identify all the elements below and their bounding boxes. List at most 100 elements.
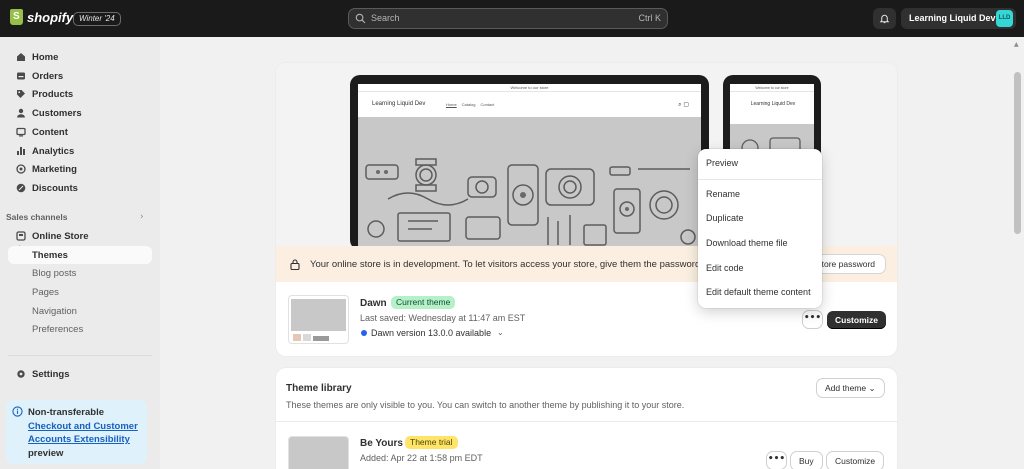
theme-library-description: These themes are only visible to you. Yo…	[286, 400, 685, 410]
lock-icon	[290, 259, 300, 270]
thumbnail-block	[313, 336, 329, 341]
sidebar-item-pages[interactable]: Pages	[8, 283, 152, 301]
menu-item-edit-code[interactable]: Edit code	[706, 263, 744, 273]
notifications-button[interactable]	[873, 8, 896, 29]
search-input[interactable]: Search Ctrl K	[348, 8, 668, 29]
sidebar-item-label: Analytics	[32, 146, 75, 157]
store-icon	[16, 231, 26, 241]
scroll-up-arrow-icon[interactable]: ▲	[1014, 41, 1019, 48]
person-icon	[17, 108, 25, 118]
target-icon	[16, 164, 26, 174]
sidebar-item-settings[interactable]: Settings	[8, 365, 152, 383]
shopify-bag-icon	[10, 9, 23, 25]
orders-icon	[17, 72, 25, 80]
sidebar-item-customers[interactable]: Customers	[8, 104, 152, 122]
sidebar-item-blog-posts[interactable]: Blog posts	[8, 264, 152, 282]
menu-item-edit-content[interactable]: Edit default theme content	[706, 287, 811, 297]
sidebar-item-label: Pages	[32, 287, 59, 298]
menu-item-rename[interactable]: Rename	[706, 189, 740, 199]
add-theme-button[interactable]: Add theme ⌄	[817, 379, 884, 397]
sidebar-divider	[8, 355, 152, 356]
update-dot-icon	[361, 330, 367, 336]
theme-thumbnail[interactable]	[288, 436, 349, 469]
more-actions-button[interactable]: •••	[803, 311, 822, 328]
sidebar-item-preferences[interactable]: Preferences	[8, 320, 152, 338]
desktop-preview[interactable]: Welcome to our store Learning Liquid Dev…	[350, 75, 709, 250]
sidebar-item-label: Online Store	[32, 231, 89, 242]
preview-nav-link: Contact	[480, 102, 495, 107]
hero-image	[358, 117, 701, 250]
preview-store-name: Learning Liquid Dev	[372, 101, 426, 107]
sidebar-item-label: Navigation	[32, 306, 77, 317]
edition-badge[interactable]: Winter '24	[73, 12, 121, 26]
mobile-store-name: Learning Liquid Dev	[750, 101, 796, 107]
discount-icon	[16, 183, 26, 193]
search-placeholder: Search	[371, 13, 400, 23]
customize-button[interactable]: Customize	[827, 311, 886, 329]
sidebar-item-content[interactable]: Content	[8, 123, 152, 141]
sidebar-item-themes[interactable]: Themes	[8, 246, 152, 264]
theme-actions-menu: Preview Rename Duplicate Download theme …	[698, 149, 822, 308]
brand-name: shopify	[27, 9, 74, 25]
sidebar-item-analytics[interactable]: Analytics	[8, 142, 152, 160]
scrollbar-thumb[interactable]	[1014, 72, 1021, 234]
search-icon	[355, 13, 366, 24]
chevron-down-icon: ⌄	[868, 384, 876, 394]
theme-library-title: Theme library	[286, 383, 352, 394]
sidebar-item-products[interactable]: Products	[8, 85, 152, 103]
announcement-bar: Welcome to our store	[358, 84, 701, 92]
sidebar-item-label: Orders	[32, 71, 64, 82]
sidebar-item-discounts[interactable]: Discounts	[8, 179, 152, 197]
mobile-announcement-bar: Welcome to our store	[730, 84, 814, 92]
theme-trial-badge: Theme trial	[405, 436, 458, 449]
library-customize-button[interactable]: Customize	[827, 452, 884, 469]
last-saved-text: Last saved: Wednesday at 11:47 am EST	[360, 313, 526, 323]
search-shortcut: Ctrl K	[638, 13, 662, 23]
sidebar-item-label: Customers	[32, 108, 82, 119]
avatar: LLD	[996, 10, 1013, 27]
sidebar-item-label: Marketing	[32, 164, 77, 175]
content-icon	[16, 127, 26, 137]
preview-nav-link: Home	[446, 102, 457, 107]
library-more-actions-button[interactable]: •••	[767, 452, 786, 469]
sidebar: Home Orders Products Customers Content A…	[0, 37, 160, 469]
development-message: Your online store is in development. To …	[310, 259, 703, 270]
gear-icon	[17, 370, 25, 378]
extensibility-notice: Non-transferable Checkout and Customer A…	[6, 400, 147, 464]
sidebar-item-online-store[interactable]: Online Store	[8, 227, 152, 245]
notice-suffix: preview	[28, 447, 64, 459]
current-theme-name: Dawn	[360, 298, 387, 309]
shopify-logo[interactable]: shopify	[10, 9, 73, 25]
account-menu[interactable]: Learning Liquid Dev LLD	[901, 8, 1016, 29]
bell-icon	[879, 14, 890, 24]
sidebar-item-label: Blog posts	[32, 268, 77, 279]
theme-library-card: Theme library Add theme ⌄ These themes a…	[276, 368, 897, 469]
account-name: Learning Liquid Dev	[909, 13, 996, 23]
menu-item-duplicate[interactable]: Duplicate	[706, 213, 744, 223]
menu-item-download[interactable]: Download theme file	[706, 238, 788, 248]
sidebar-item-label: Content	[32, 127, 68, 138]
sidebar-item-label: Settings	[32, 369, 70, 380]
extensibility-link[interactable]: Checkout and Customer Accounts Extensibi…	[28, 421, 138, 446]
buy-button[interactable]: Buy	[791, 452, 822, 469]
sidebar-item-navigation[interactable]: Navigation	[8, 302, 152, 320]
version-available-link[interactable]: Dawn version 13.0.0 available	[371, 328, 491, 338]
sidebar-item-orders[interactable]: Orders	[8, 67, 152, 85]
chevron-right-icon[interactable]: ›	[140, 212, 144, 222]
home-icon	[17, 53, 25, 61]
preview-nav: Home Catalog Contact	[446, 102, 494, 107]
thumbnail-hero	[291, 299, 346, 331]
sidebar-item-label: Home	[32, 52, 59, 63]
desktop-preview-screen: Welcome to our store Learning Liquid Dev…	[358, 84, 701, 250]
sidebar-item-home[interactable]: Home	[8, 48, 152, 66]
current-theme-thumbnail[interactable]	[288, 295, 349, 344]
sidebar-item-marketing[interactable]: Marketing	[8, 160, 152, 178]
top-bar: shopify Winter '24 Search Ctrl K Learnin…	[0, 0, 1024, 37]
hero-illustration	[358, 117, 701, 250]
sidebar-item-label: Preferences	[32, 324, 84, 335]
sidebar-item-label: Themes	[32, 250, 68, 261]
library-theme-name: Be Yours	[360, 438, 403, 449]
menu-item-preview[interactable]: Preview	[706, 158, 738, 168]
chevron-down-icon[interactable]: ⌄	[497, 328, 504, 337]
sidebar-item-label: Products	[32, 89, 74, 100]
